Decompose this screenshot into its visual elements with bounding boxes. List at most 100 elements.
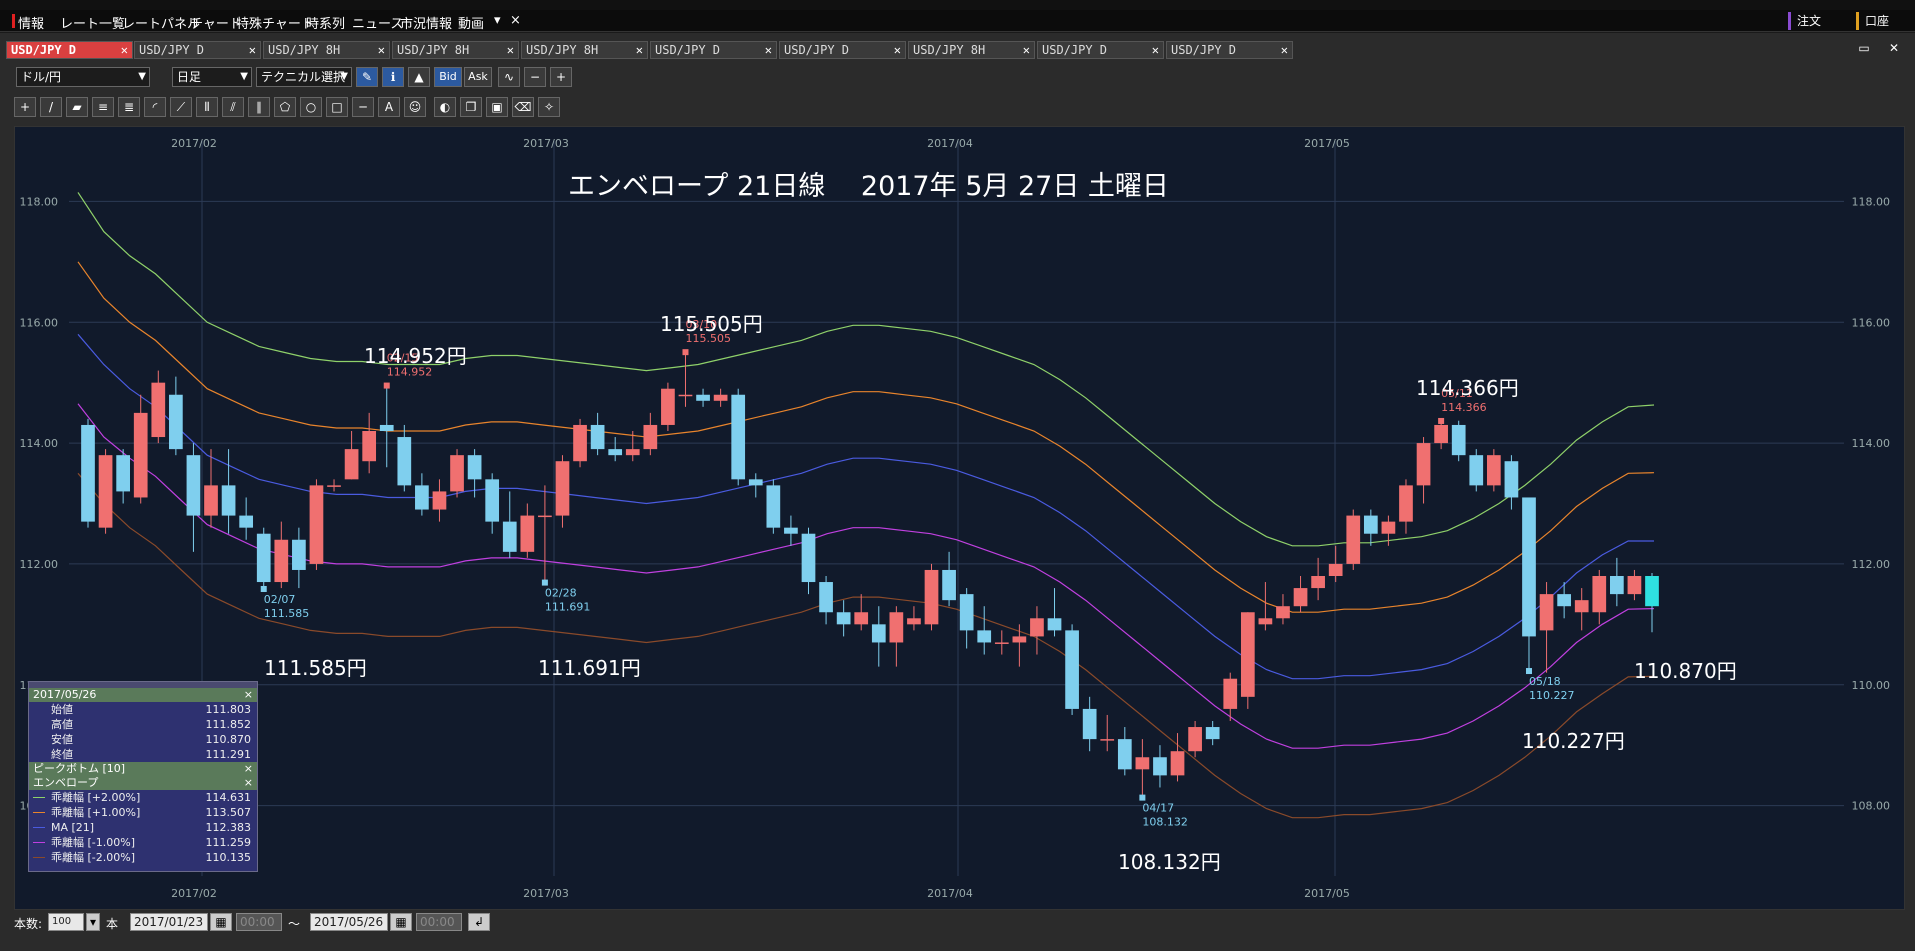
- tab-usdjpy-d-6[interactable]: USD/JPY D ✕: [1166, 41, 1293, 59]
- count-select[interactable]: 100: [48, 913, 84, 931]
- close-icon[interactable]: ×: [244, 762, 253, 776]
- text-icon[interactable]: A: [378, 97, 400, 117]
- close-icon[interactable]: ✕: [1152, 42, 1159, 58]
- tab-usdjpy-8h-4[interactable]: USD/JPY 8H ✕: [908, 41, 1035, 59]
- calendar-icon[interactable]: ▦: [210, 913, 232, 931]
- to-time-input[interactable]: 00:00: [416, 913, 462, 931]
- line-tool-icon[interactable]: /: [40, 97, 62, 117]
- close-icon[interactable]: ✕: [378, 42, 385, 58]
- technical-select[interactable]: テクニカル選択 ▼: [256, 67, 352, 87]
- chevron-down-icon[interactable]: ▾: [494, 13, 501, 28]
- close-icon[interactable]: ×: [244, 776, 253, 790]
- timeframe-select[interactable]: 日足 ▼: [172, 67, 252, 87]
- menu-info[interactable]: 情報: [18, 13, 44, 32]
- close-icon[interactable]: ×: [244, 688, 253, 702]
- candle-body: [1522, 497, 1536, 637]
- candle-body: [1240, 612, 1255, 697]
- candle-body: [1170, 751, 1185, 776]
- pentagon-icon[interactable]: ⬠: [274, 97, 296, 117]
- eraser-icon[interactable]: ⌫: [512, 97, 534, 117]
- magic-icon[interactable]: ✧: [538, 97, 560, 117]
- close-icon[interactable]: ✕: [507, 42, 514, 58]
- crosshair-icon[interactable]: +: [14, 97, 36, 117]
- candle-body: [1311, 576, 1325, 589]
- apply-icon[interactable]: ↲: [468, 913, 490, 931]
- copy-icon[interactable]: ❐: [460, 97, 482, 117]
- top-strip: [0, 0, 1915, 10]
- candle-body: [1504, 461, 1519, 498]
- envelope-value: 112.383: [205, 821, 252, 834]
- area-chart-icon[interactable]: ▲: [408, 67, 430, 87]
- tab-usdjpy-d-2[interactable]: USD/JPY D ✕: [134, 41, 261, 59]
- rectangle-icon[interactable]: □: [326, 97, 348, 117]
- account-button[interactable]: 口座: [1856, 12, 1895, 30]
- from-time-input[interactable]: 00:00: [236, 913, 282, 931]
- fib-lines-icon[interactable]: ≣: [118, 97, 140, 117]
- tab-label: USD/JPY 8H: [526, 43, 599, 57]
- menu-special-chart[interactable]: 特殊チャート: [236, 13, 314, 32]
- menu-rate-panel[interactable]: レートパネル: [122, 13, 200, 32]
- waveform-icon[interactable]: ∿: [498, 67, 520, 87]
- close-icon[interactable]: ✕: [1281, 42, 1288, 58]
- tab-usdjpy-8h-2[interactable]: USD/JPY 8H ✕: [392, 41, 519, 59]
- channel-icon[interactable]: ∥: [248, 97, 270, 117]
- close-icon[interactable]: ✕: [765, 42, 772, 58]
- menu-chart[interactable]: チャート: [190, 13, 242, 32]
- to-date-input[interactable]: 2017/05/26: [310, 913, 388, 931]
- ruler-icon[interactable]: ▰: [66, 97, 88, 117]
- tab-label: USD/JPY D: [1042, 43, 1108, 57]
- annotation-bottom: 108.132円: [1118, 850, 1221, 874]
- menu-rate-list[interactable]: レート一覧: [60, 13, 125, 32]
- tab-usdjpy-8h-3[interactable]: USD/JPY 8H ✕: [521, 41, 648, 59]
- marker-dot: [260, 585, 267, 592]
- tab-usdjpy-8h-1[interactable]: USD/JPY 8H ✕: [263, 41, 390, 59]
- pitchfork-icon[interactable]: ⫽: [222, 97, 244, 117]
- tab-usdjpy-d-5[interactable]: USD/JPY D ✕: [1037, 41, 1164, 59]
- info-icon[interactable]: ℹ: [382, 67, 404, 87]
- candle-body: [221, 485, 236, 516]
- menu-timeseries[interactable]: 時系列: [306, 13, 345, 32]
- close-icon[interactable]: ×: [510, 13, 521, 28]
- gann-fan-icon[interactable]: ⟋: [170, 97, 192, 117]
- zoom-out-icon[interactable]: −: [524, 67, 546, 87]
- circle-icon[interactable]: ○: [300, 97, 322, 117]
- candle-body: [1645, 576, 1659, 607]
- y-tick-label: 114.00: [1852, 437, 1891, 450]
- calendar-icon[interactable]: ▦: [390, 913, 412, 931]
- tab-label: USD/JPY D: [784, 43, 850, 57]
- close-icon[interactable]: ✕: [1023, 42, 1030, 58]
- zoom-in-icon[interactable]: +: [550, 67, 572, 87]
- close-icon[interactable]: ✕: [894, 42, 901, 58]
- tab-usdjpy-d-3[interactable]: USD/JPY D ✕: [650, 41, 777, 59]
- data-window[interactable]: 2017/05/26 × 始値 111.803 高値 111.852 安値 110.87…: [28, 681, 258, 872]
- candle-body: [907, 618, 921, 625]
- menu-market-info[interactable]: 市況情報: [400, 13, 452, 32]
- tab-usdjpy-d-4[interactable]: USD/JPY D ✕: [779, 41, 906, 59]
- layers-icon[interactable]: ▣: [486, 97, 508, 117]
- restore-icon[interactable]: ▭: [1854, 41, 1874, 57]
- bid-button[interactable]: Bid: [434, 67, 462, 87]
- icon-stamp-icon[interactable]: ☺: [404, 97, 426, 117]
- horizontal-line-icon[interactable]: ─: [352, 97, 374, 117]
- fan-arcs-icon[interactable]: ◜: [144, 97, 166, 117]
- close-icon[interactable]: ✕: [249, 42, 256, 58]
- close-icon[interactable]: ✕: [1884, 41, 1904, 57]
- chevron-down-icon[interactable]: ▾: [86, 913, 100, 931]
- candle-body: [397, 437, 412, 486]
- pair-select[interactable]: ドル/円 ▼: [16, 67, 150, 87]
- candle-body: [924, 569, 939, 625]
- from-date-input[interactable]: 2017/01/23: [130, 913, 208, 931]
- order-button[interactable]: 注文: [1788, 12, 1827, 30]
- object-list-icon[interactable]: ◐: [434, 97, 456, 117]
- tab-usdjpy-d-1[interactable]: USD/JPY D ✕: [6, 41, 133, 59]
- ask-button[interactable]: Ask: [464, 67, 492, 87]
- close-icon[interactable]: ✕: [636, 42, 643, 58]
- menu-video[interactable]: 動画: [458, 13, 484, 32]
- vertical-lines-icon[interactable]: ⦀: [196, 97, 218, 117]
- horizontal-lines-icon[interactable]: ≡: [92, 97, 114, 117]
- menu-news[interactable]: ニュース: [352, 13, 403, 32]
- marker-date-label: 04/17: [1142, 802, 1174, 815]
- marker-date-label: 02/07: [264, 593, 296, 606]
- pen-icon[interactable]: ✎: [356, 67, 378, 87]
- close-icon[interactable]: ✕: [121, 42, 128, 58]
